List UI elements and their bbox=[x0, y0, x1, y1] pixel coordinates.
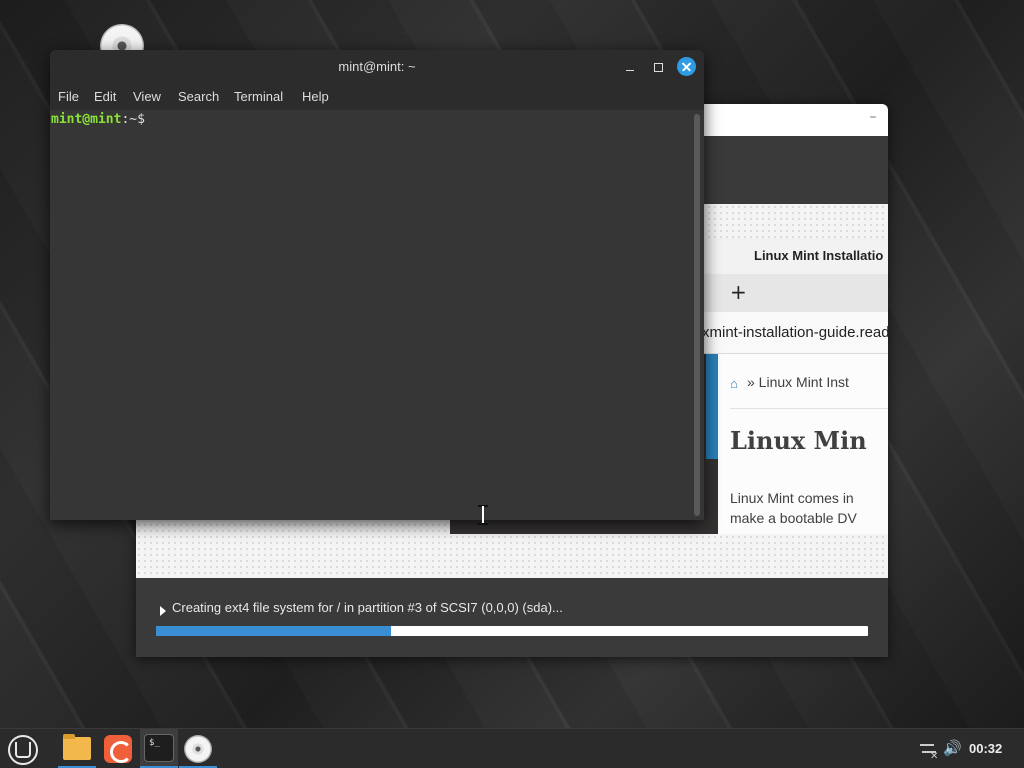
doc-paragraph: Linux Mint comes in make a bootable DV bbox=[730, 490, 857, 526]
browser-url: xmint-installation-guide.read bbox=[702, 324, 888, 341]
folder-icon bbox=[63, 734, 91, 760]
mouse-cursor-icon bbox=[478, 505, 488, 525]
install-progress-bar bbox=[156, 626, 868, 636]
install-progress-fill bbox=[156, 626, 391, 636]
installer-minimize-button[interactable]: – bbox=[866, 110, 880, 126]
install-status-text: Creating ext4 file system for / in parti… bbox=[172, 600, 563, 615]
menu-terminal[interactable]: Terminal bbox=[234, 89, 283, 104]
clock[interactable]: 00:32 bbox=[969, 741, 1002, 756]
maximize-button[interactable] bbox=[649, 58, 669, 78]
prompt-path: :~$ bbox=[121, 112, 145, 127]
terminal-scrollbar[interactable] bbox=[694, 114, 700, 516]
taskbar-files[interactable] bbox=[58, 729, 96, 768]
doc-heading: Linux Min bbox=[730, 426, 867, 455]
home-icon: ⌂ bbox=[730, 376, 738, 391]
disc-icon bbox=[184, 735, 212, 763]
menu-edit[interactable]: Edit bbox=[94, 89, 116, 104]
menu-view[interactable]: View bbox=[133, 89, 161, 104]
volume-icon[interactable]: 🔊 bbox=[943, 739, 963, 759]
menu-launcher[interactable] bbox=[2, 729, 40, 768]
browser-title: Linux Mint Installatio bbox=[754, 248, 884, 263]
close-button[interactable] bbox=[677, 57, 696, 76]
docs-sidebar-accent bbox=[706, 354, 718, 459]
terminal-body[interactable]: mint@mint:~$ bbox=[50, 110, 704, 520]
menu-help[interactable]: Help bbox=[302, 89, 329, 104]
terminal-title: mint@mint: ~ bbox=[338, 59, 416, 74]
terminal-icon: $_ bbox=[144, 734, 174, 762]
breadcrumb: ⌂ » Linux Mint Inst bbox=[730, 374, 849, 391]
breadcrumb-divider bbox=[730, 408, 888, 409]
taskbar-installer[interactable] bbox=[179, 729, 217, 768]
installer-footer: Creating ext4 file system for / in parti… bbox=[136, 578, 888, 657]
expand-arrow-icon[interactable] bbox=[160, 606, 166, 616]
mint-menu-icon bbox=[8, 735, 38, 765]
prompt-user: mint@mint bbox=[51, 112, 122, 127]
taskbar-firefox[interactable] bbox=[100, 729, 138, 768]
terminal-window[interactable]: mint@mint: ~ File Edit View Search Termi… bbox=[50, 50, 704, 520]
taskbar: $_ ✕ 🔊 00:32 bbox=[0, 728, 1024, 768]
minimize-button[interactable] bbox=[620, 58, 640, 78]
taskbar-terminal[interactable]: $_ bbox=[140, 729, 178, 768]
network-icon[interactable]: ✕ bbox=[918, 739, 938, 762]
firefox-icon bbox=[104, 735, 132, 763]
terminal-icon-text: $_ bbox=[149, 738, 160, 748]
docs-content: ⌂ » Linux Mint Inst Linux Min Linux Mint … bbox=[718, 354, 888, 534]
shell-prompt: mint@mint:~$ bbox=[51, 112, 145, 127]
terminal-menubar: File Edit View Search Terminal Help bbox=[50, 84, 704, 110]
terminal-titlebar[interactable]: mint@mint: ~ bbox=[50, 50, 704, 84]
menu-search[interactable]: Search bbox=[178, 89, 219, 104]
breadcrumb-text: » Linux Mint Inst bbox=[747, 374, 849, 390]
maximize-icon bbox=[654, 63, 663, 72]
menu-file[interactable]: File bbox=[58, 89, 79, 104]
new-tab-icon: + bbox=[730, 280, 747, 304]
minimize-icon bbox=[626, 70, 634, 71]
